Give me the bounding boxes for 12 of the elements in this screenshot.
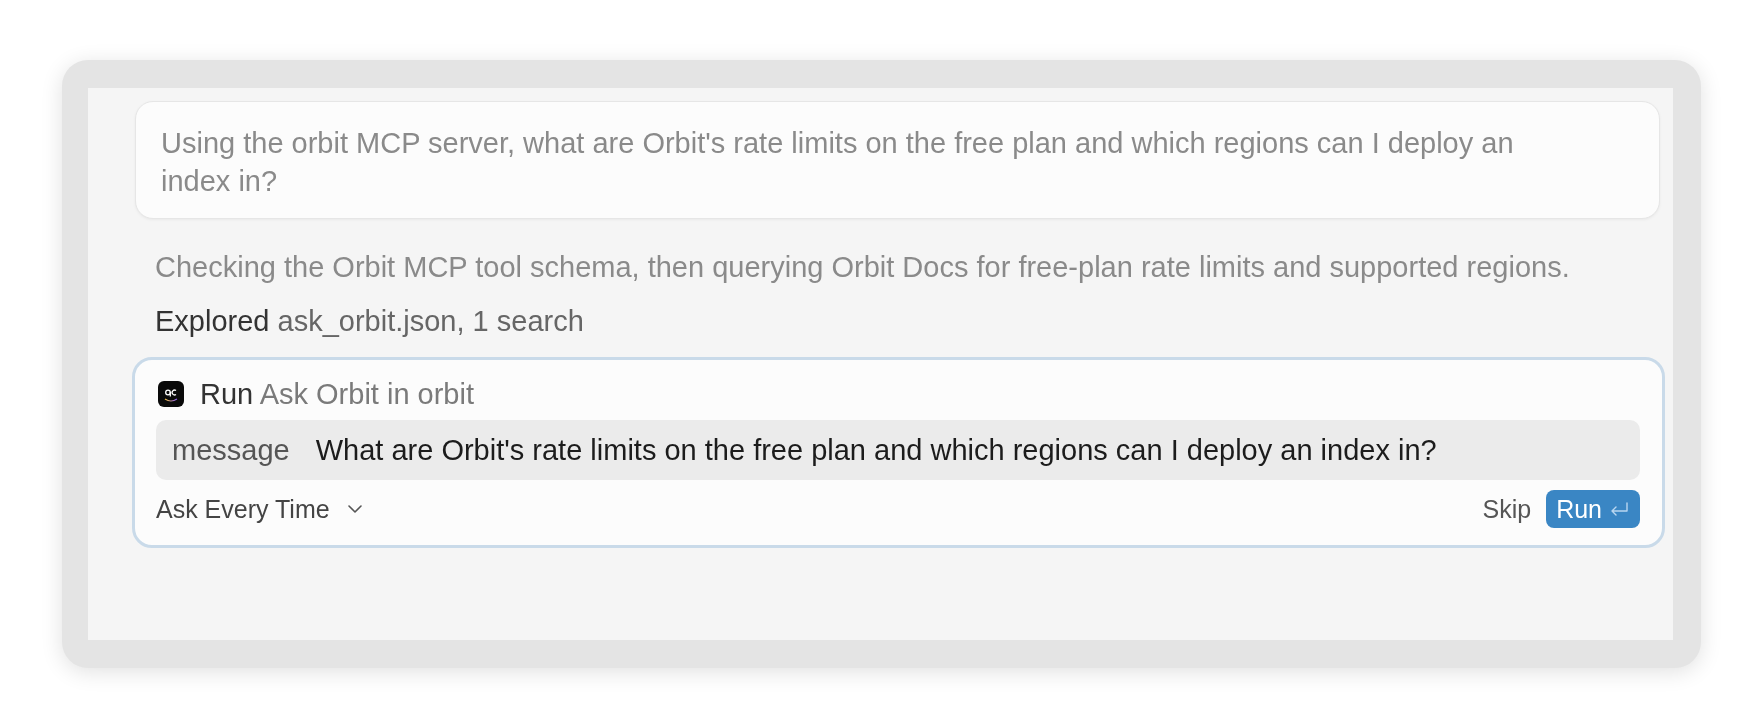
argument-value: What are Orbit's rate limits on the free plan and which regions can I deploy an index in? [315,433,1437,467]
tool-call-title: Run Ask Orbit in orbit [200,377,474,411]
skip-button[interactable]: Skip [1482,494,1532,524]
chevron-down-icon [347,505,362,513]
activity-summary: Explored ask_orbit.json, 1 search [155,304,585,339]
run-button[interactable]: Run [1546,490,1640,528]
return-key-icon [1610,502,1628,516]
user-message-text: Using the orbit MCP server, what are Orbit's rate limits on the free plan and which regions can I deploy an index in? [161,126,1515,199]
approval-mode-dropdown[interactable]: Ask Every Time [156,494,362,524]
argument-name: message [172,433,290,467]
app-logo-icon [158,381,184,407]
status-text: Checking the Orbit MCP tool schema, then querying Orbit Docs for free-plan rate limits and supported regions. [155,250,1571,285]
